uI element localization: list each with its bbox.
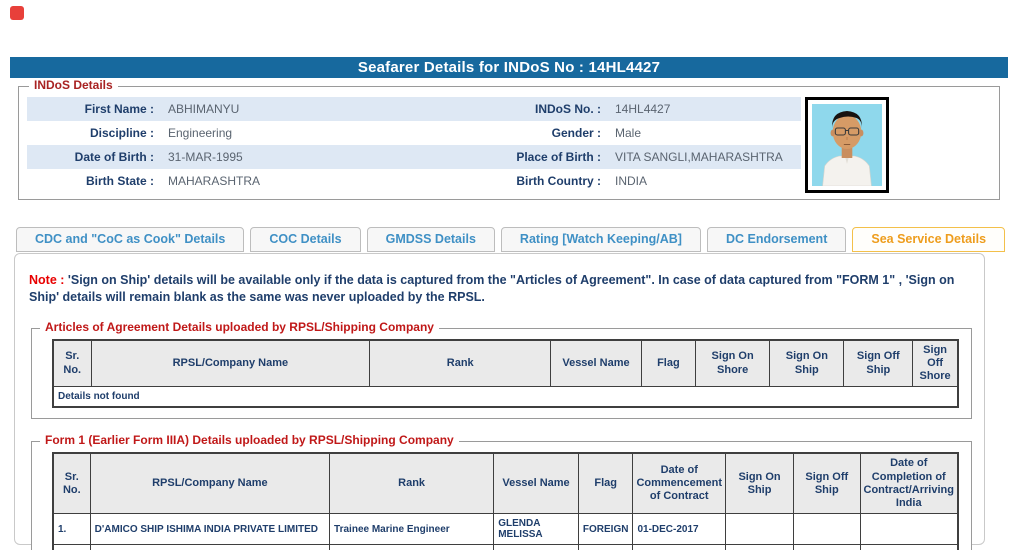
field-label: Discipline :	[27, 126, 162, 140]
header-cell: Date of Completion of Contract/Arriving …	[860, 453, 958, 513]
table-cell	[794, 514, 860, 545]
header-cell: Sign Off Ship	[844, 340, 913, 387]
indos-details-legend: INDoS Details	[29, 78, 118, 92]
field-value: Male	[609, 126, 801, 140]
field-label: First Name :	[27, 102, 162, 116]
details-not-found-message: Details not found	[53, 387, 958, 408]
header-cell: Sign Off Shore	[913, 340, 958, 387]
details-row: Discipline : Engineering Gender : Male	[27, 121, 801, 145]
seafarer-details-page: Seafarer Details for INDoS No : 14HL4427…	[0, 0, 1010, 550]
field-value: 31-MAR-1995	[162, 150, 454, 164]
header-cell: Sr. No.	[53, 340, 91, 387]
field-label: Gender :	[454, 126, 609, 140]
table-cell	[860, 514, 958, 545]
table-cell: Trainee Marine Engineer	[330, 545, 494, 550]
header-cell: Sr. No.	[53, 453, 90, 513]
header-cell: Rank	[370, 340, 551, 387]
field-label: Birth State :	[27, 174, 162, 188]
table-row: 2. D'AMICO SHIP ISHIMA INDIA PRIVATE LIM…	[53, 545, 958, 550]
tab-cdc-coc-cook-details[interactable]: CDC and "CoC as Cook" Details	[16, 227, 244, 252]
field-value: 14HL4427	[609, 102, 801, 116]
table-cell: 2.	[53, 545, 90, 550]
articles-of-agreement-legend: Articles of Agreement Details uploaded b…	[40, 320, 439, 334]
articles-of-agreement-table: Sr. No. RPSL/Company Name Rank Vessel Na…	[52, 339, 959, 409]
empty-row: Details not found	[53, 387, 958, 408]
header-cell: Vessel Name	[551, 340, 642, 387]
articles-of-agreement-fieldset: Articles of Agreement Details uploaded b…	[31, 328, 972, 420]
field-label: Date of Birth :	[27, 150, 162, 164]
form1-legend: Form 1 (Earlier Form IIIA) Details uploa…	[40, 433, 459, 447]
table-cell: FOREIGN	[578, 514, 633, 545]
sea-service-details-panel: Note : 'Sign on Ship' details will be av…	[14, 253, 985, 545]
header-cell: Sign On Ship	[770, 340, 844, 387]
seafarer-photo-image	[812, 104, 882, 186]
header-cell: Flag	[641, 340, 695, 387]
table-cell: FOREIGN	[578, 545, 633, 550]
broken-image-icon	[10, 6, 24, 20]
form1-table: Sr. No. RPSL/Company Name Rank Vessel Na…	[52, 452, 959, 550]
field-label: INDoS No. :	[454, 102, 609, 116]
field-label: Birth Country :	[454, 174, 609, 188]
table-cell: 01-DEC-2017	[633, 514, 726, 545]
tab-coc-details[interactable]: COC Details	[250, 227, 360, 252]
tab-rating-watch-keeping-ab[interactable]: Rating [Watch Keeping/AB]	[501, 227, 701, 252]
header-cell: Sign On Ship	[726, 453, 794, 513]
tab-dc-endorsement[interactable]: DC Endorsement	[707, 227, 846, 252]
details-row: Birth State : MAHARASHTRA Birth Country …	[27, 169, 801, 193]
note-prefix: Note :	[29, 273, 68, 287]
page-title: Seafarer Details for INDoS No : 14HL4427	[10, 57, 1008, 78]
table-header-row: Sr. No. RPSL/Company Name Rank Vessel Na…	[53, 453, 958, 513]
table-cell: 16-AUG-2016	[633, 545, 726, 550]
table-cell: Trainee Marine Engineer	[330, 514, 494, 545]
tab-bar: CDC and "CoC as Cook" Details COC Detail…	[16, 227, 1010, 253]
field-label: Place of Birth :	[454, 150, 609, 164]
header-cell: Sign On Shore	[696, 340, 770, 387]
table-cell: D'AMICO SHIP ISHIMA INDIA PRIVATE LIMITE…	[90, 545, 329, 550]
header-cell: RPSL/Company Name	[90, 453, 329, 513]
table-cell: M/T HIGH SUN	[494, 545, 579, 550]
table-cell	[726, 545, 794, 550]
details-row: First Name : ABHIMANYU INDoS No. : 14HL4…	[27, 97, 801, 121]
indos-details-fieldset: INDoS Details First Name : ABHIMANYU IND…	[18, 86, 1000, 200]
details-row: Date of Birth : 31-MAR-1995 Place of Bir…	[27, 145, 801, 169]
header-cell: RPSL/Company Name	[91, 340, 370, 387]
table-cell: 23-APR-2017	[794, 545, 860, 550]
table-cell: GLENDA MELISSA	[494, 514, 579, 545]
field-value: VITA SANGLI,MAHARASHTRA	[609, 150, 801, 164]
field-value: INDIA	[609, 174, 801, 188]
header-cell: Vessel Name	[494, 453, 579, 513]
form1-fieldset: Form 1 (Earlier Form IIIA) Details uploa…	[31, 441, 972, 550]
table-cell	[726, 514, 794, 545]
header-cell: Flag	[578, 453, 633, 513]
note-body: 'Sign on Ship' details will be available…	[29, 273, 954, 304]
header-cell: Sign Off Ship	[794, 453, 860, 513]
tab-gmdss-details[interactable]: GMDSS Details	[367, 227, 495, 252]
field-value: ABHIMANYU	[162, 102, 454, 116]
field-value: MAHARASHTRA	[162, 174, 454, 188]
note-text: Note : 'Sign on Ship' details will be av…	[29, 272, 970, 306]
table-row: 1. D'AMICO SHIP ISHIMA INDIA PRIVATE LIM…	[53, 514, 958, 545]
table-cell: 25-APR-2017	[860, 545, 958, 550]
indos-details-grid: First Name : ABHIMANYU INDoS No. : 14HL4…	[27, 97, 801, 193]
table-cell: 1.	[53, 514, 90, 545]
table-header-row: Sr. No. RPSL/Company Name Rank Vessel Na…	[53, 340, 958, 387]
header-cell: Rank	[330, 453, 494, 513]
header-cell: Date of Commencement of Contract	[633, 453, 726, 513]
table-cell: D'AMICO SHIP ISHIMA INDIA PRIVATE LIMITE…	[90, 514, 329, 545]
field-value: Engineering	[162, 126, 454, 140]
tab-sea-service-details[interactable]: Sea Service Details	[852, 227, 1005, 252]
seafarer-photo	[805, 97, 889, 193]
